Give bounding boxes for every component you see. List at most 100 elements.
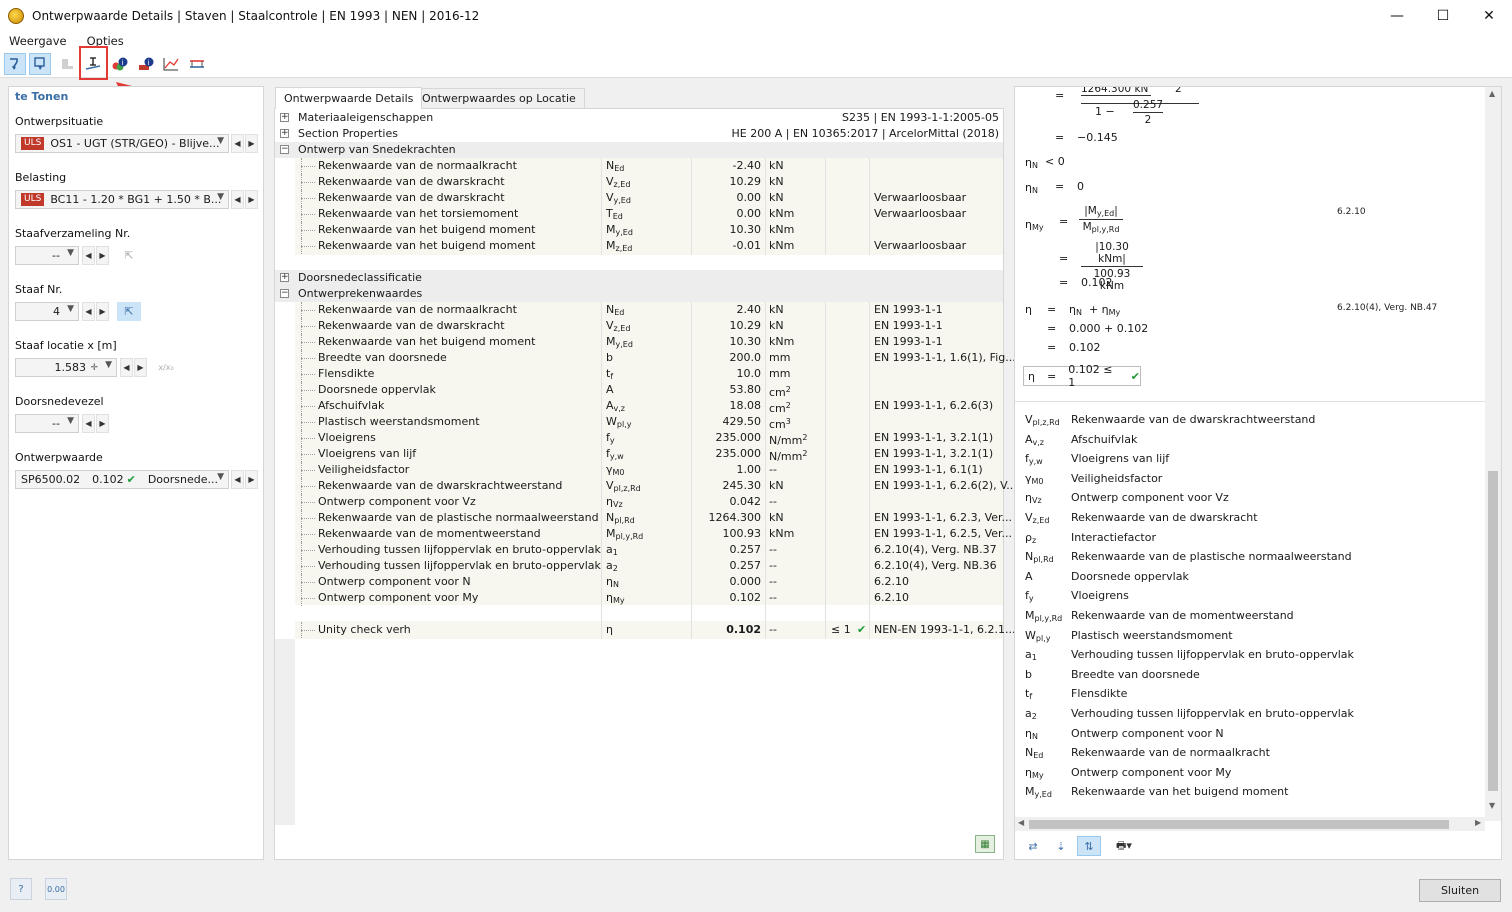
pick-member-icon[interactable]: ⇱ bbox=[117, 302, 141, 321]
member-label: Staaf Nr. bbox=[15, 283, 63, 296]
load-value: BC11 - 1.20 * BG1 + 1.50 * B... bbox=[50, 193, 222, 206]
legend-row: fy,w Vloeigrens van lijf bbox=[1025, 452, 1170, 467]
table-row: Rekenwaarde van de dwarskrachtweerstand … bbox=[275, 478, 1017, 494]
table-row: Ontwerp component voor N ηN 0.000 -- 6.2… bbox=[275, 574, 1003, 590]
table-row: Rekenwaarde van de dwarskracht Vz,Ed 10.… bbox=[275, 318, 1003, 334]
check-icon: ✔ bbox=[857, 623, 867, 636]
prev-button[interactable]: ◀ bbox=[231, 190, 244, 209]
chevron-down-icon: ▼ bbox=[217, 472, 224, 482]
legend-row: My,Ed Rekenwaarde van het buigend moment bbox=[1025, 785, 1289, 800]
next-button[interactable]: ▶ bbox=[134, 358, 147, 377]
legend-row: Npl,Rd Rekenwaarde van de plastische nor… bbox=[1025, 550, 1352, 565]
svg-text:i: i bbox=[148, 59, 150, 67]
load-select[interactable]: ULS BC11 - 1.20 * BG1 + 1.50 * B... ▼ bbox=[15, 190, 229, 209]
next-button[interactable]: ▶ bbox=[245, 134, 258, 153]
expand-icon[interactable]: + bbox=[280, 273, 289, 282]
prev-button[interactable]: ◀ bbox=[82, 414, 95, 433]
expand-icon[interactable]: + bbox=[280, 129, 289, 138]
print-icon[interactable]: 🖶▾ bbox=[1107, 836, 1141, 856]
table-row: Doorsnede oppervlak A 53.80 cm2 bbox=[275, 382, 1003, 399]
minimize-button[interactable]: — bbox=[1374, 0, 1420, 32]
legend-row: tf Flensdikte bbox=[1025, 687, 1128, 702]
next-button[interactable]: ▶ bbox=[96, 414, 109, 433]
legend-row: a2 Verhouding tussen lijfoppervlak en br… bbox=[1025, 707, 1354, 721]
close-window-button[interactable]: ✕ bbox=[1466, 0, 1512, 32]
result-box: η = 0.102 ≤ 1 ✔ bbox=[1023, 363, 1141, 389]
color-results-icon[interactable]: i bbox=[109, 53, 131, 75]
table-row: Rekenwaarde van de momentweerstand Mpl,y… bbox=[275, 526, 1012, 542]
help-icon[interactable]: ? bbox=[10, 878, 32, 900]
group-design[interactable]: − Ontwerprekenwaardes bbox=[275, 286, 1003, 302]
table-row: Rekenwaarde van het buigend moment My,Ed… bbox=[275, 334, 1003, 350]
chevron-down-icon: ▼ bbox=[217, 136, 224, 146]
next-button[interactable]: ▶ bbox=[96, 246, 109, 265]
collapse-icon[interactable]: − bbox=[280, 289, 289, 298]
sort-az-icon[interactable]: ⇅ bbox=[1077, 836, 1101, 856]
group-section[interactable]: + Section Properties HE 200 A | EN 10365… bbox=[275, 126, 1003, 142]
group-forces[interactable]: − Ontwerp van Snedekrachten bbox=[275, 142, 1003, 158]
table-row: Rekenwaarde van de dwarskracht Vy,Ed 0.0… bbox=[275, 190, 1003, 206]
info-icon[interactable]: i bbox=[135, 53, 157, 75]
table-row: Verhouding tussen lijfoppervlak en bruto… bbox=[275, 542, 1003, 558]
table-row: Vloeigrens van lijf fy,w 235.000 N/mm2 E… bbox=[275, 446, 1003, 463]
table-row: Plastisch weerstandsmoment Wpl,y 429.50 … bbox=[275, 414, 1003, 431]
group-material[interactable]: + Materiaaleigenschappen S235 | EN 1993-… bbox=[275, 110, 1003, 126]
table-row: Afschuifvlak Av,z 18.08 cm2 EN 1993-1-1,… bbox=[275, 398, 1003, 415]
select-section-icon[interactable] bbox=[29, 53, 51, 75]
swap-icon[interactable]: ⇄ bbox=[1021, 836, 1045, 856]
legend-row: a1 Verhouding tussen lijfoppervlak en br… bbox=[1025, 648, 1354, 663]
horizontal-scrollbar[interactable]: ◀ ▶ bbox=[1015, 817, 1485, 831]
tab-design-details[interactable]: Ontwerpwaarde Details bbox=[275, 87, 423, 109]
diagram-icon[interactable] bbox=[160, 53, 182, 75]
member-select[interactable]: 4 ▼ bbox=[15, 302, 79, 321]
location-select[interactable]: 1.583 ✛ ▼ bbox=[15, 358, 117, 377]
menu-weergave[interactable]: Weergave bbox=[9, 34, 67, 48]
chevron-down-icon: ▼ bbox=[67, 304, 74, 314]
next-button[interactable]: ▶ bbox=[96, 302, 109, 321]
expand-icon[interactable]: + bbox=[280, 113, 289, 122]
table-row: Rekenwaarde van het buigend moment Mz,Ed… bbox=[275, 238, 1003, 254]
fiber-select[interactable]: -- ▼ bbox=[15, 414, 79, 433]
pick-member-set-icon[interactable]: ⇱ bbox=[117, 246, 141, 265]
legend-row: Mpl,y,Rd Rekenwaarde van de momentweerst… bbox=[1025, 609, 1294, 623]
decimals-button[interactable]: 0.00 bbox=[45, 878, 67, 900]
prev-button[interactable]: ◀ bbox=[231, 134, 244, 153]
prev-button[interactable]: ◀ bbox=[231, 470, 244, 489]
design-value-type: Doorsnede... bbox=[147, 473, 218, 486]
tab-design-at-location[interactable]: Ontwerpwaardes op Locatie bbox=[413, 88, 585, 108]
next-button[interactable]: ▶ bbox=[245, 470, 258, 489]
prev-button[interactable]: ◀ bbox=[82, 246, 95, 265]
legend-row: γM0 Veiligheidsfactor bbox=[1025, 471, 1163, 486]
maximize-button[interactable]: ☐ bbox=[1420, 0, 1466, 32]
design-value-select[interactable]: SP6500.02 0.102 ✔ Doorsnede... ▼ bbox=[15, 470, 229, 489]
select-member-icon[interactable] bbox=[4, 53, 26, 75]
fiber-label: Doorsnedevezel bbox=[15, 395, 104, 408]
legend-row: NEd Rekenwaarde van de normaalkracht bbox=[1025, 746, 1270, 761]
relative-location-button[interactable]: x/x₀ bbox=[154, 358, 178, 377]
highlight-box bbox=[79, 46, 108, 80]
uls-badge: ULS bbox=[21, 193, 45, 206]
table-row: Rekenwaarde van de normaalkracht NEd 2.4… bbox=[275, 302, 1003, 318]
close-button[interactable]: Sluiten bbox=[1419, 879, 1501, 902]
group-classification[interactable]: + Doorsnedeclassificatie bbox=[275, 270, 1003, 286]
design-situation-label: Ontwerpsituatie bbox=[15, 115, 104, 128]
legend-row: Vz,Ed Rekenwaarde van de dwarskracht bbox=[1025, 511, 1258, 525]
design-situation-value: OS1 - UGT (STR/GEO) - Blijve... bbox=[50, 137, 220, 150]
table-row: Verhouding tussen lijfoppervlak en bruto… bbox=[275, 558, 1003, 574]
member-set-value: -- bbox=[52, 249, 60, 262]
check-icon: ✔ bbox=[1130, 369, 1140, 383]
member-set-select[interactable]: -- ▼ bbox=[15, 246, 79, 265]
member-value: 4 bbox=[53, 305, 60, 318]
collapse-icon[interactable]: − bbox=[280, 145, 289, 154]
design-situation-select[interactable]: ULS OS1 - UGT (STR/GEO) - Blijve... ▼ bbox=[15, 134, 229, 153]
svg-text:i: i bbox=[122, 59, 124, 67]
next-button[interactable]: ▶ bbox=[245, 190, 258, 209]
prev-button[interactable]: ◀ bbox=[120, 358, 133, 377]
uls-badge: ULS bbox=[21, 137, 45, 150]
vertical-scrollbar[interactable]: ▲ ▼ bbox=[1485, 87, 1501, 821]
chevron-down-icon: ▼ bbox=[67, 248, 74, 258]
export-excel-icon[interactable]: ▦ bbox=[975, 835, 995, 853]
prev-button[interactable]: ◀ bbox=[82, 302, 95, 321]
sort-icon[interactable]: ⇣ bbox=[1049, 836, 1073, 856]
distribution-icon[interactable] bbox=[186, 53, 208, 75]
